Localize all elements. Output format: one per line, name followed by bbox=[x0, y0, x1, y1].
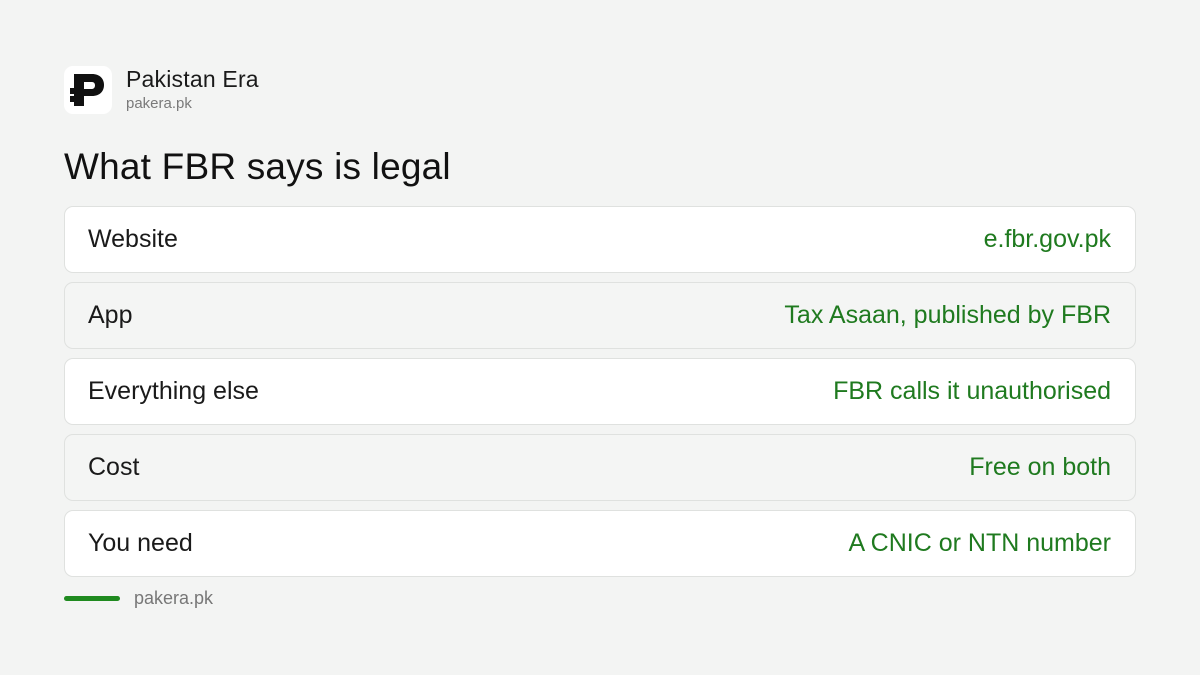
info-row-cost: Cost Free on both bbox=[64, 434, 1136, 501]
page: Pakistan Era pakera.pk What FBR says is … bbox=[0, 0, 1200, 675]
brand-header: Pakistan Era pakera.pk bbox=[64, 66, 259, 114]
pakistan-era-logo-icon bbox=[64, 66, 112, 114]
row-value: Tax Asaan, published by FBR bbox=[784, 301, 1111, 329]
row-value: e.fbr.gov.pk bbox=[983, 225, 1111, 253]
brand-url: pakera.pk bbox=[126, 95, 192, 112]
info-row-everything-else: Everything else FBR calls it unauthorise… bbox=[64, 358, 1136, 425]
info-row-you-need: You need A CNIC or NTN number bbox=[64, 510, 1136, 577]
row-value: Free on both bbox=[969, 453, 1111, 481]
row-label: You need bbox=[88, 529, 193, 557]
info-row-website: Website e.fbr.gov.pk bbox=[64, 206, 1136, 273]
brand-text: Pakistan Era pakera.pk bbox=[126, 66, 259, 114]
row-label: Cost bbox=[88, 453, 140, 481]
logo-glyph-icon bbox=[70, 74, 104, 106]
brand-name: Pakistan Era bbox=[126, 66, 259, 92]
row-label: Website bbox=[88, 225, 178, 253]
row-label: Everything else bbox=[88, 377, 259, 405]
footer-accent-bar bbox=[64, 596, 120, 601]
row-label: App bbox=[88, 301, 133, 329]
row-value: A CNIC or NTN number bbox=[848, 529, 1111, 557]
info-table: Website e.fbr.gov.pk App Tax Asaan, publ… bbox=[64, 206, 1136, 586]
footer-url: pakera.pk bbox=[134, 588, 214, 608]
row-value: FBR calls it unauthorised bbox=[833, 377, 1111, 405]
footer: pakera.pk bbox=[64, 588, 213, 609]
page-title: What FBR says is legal bbox=[64, 146, 451, 187]
info-row-app: App Tax Asaan, published by FBR bbox=[64, 282, 1136, 349]
